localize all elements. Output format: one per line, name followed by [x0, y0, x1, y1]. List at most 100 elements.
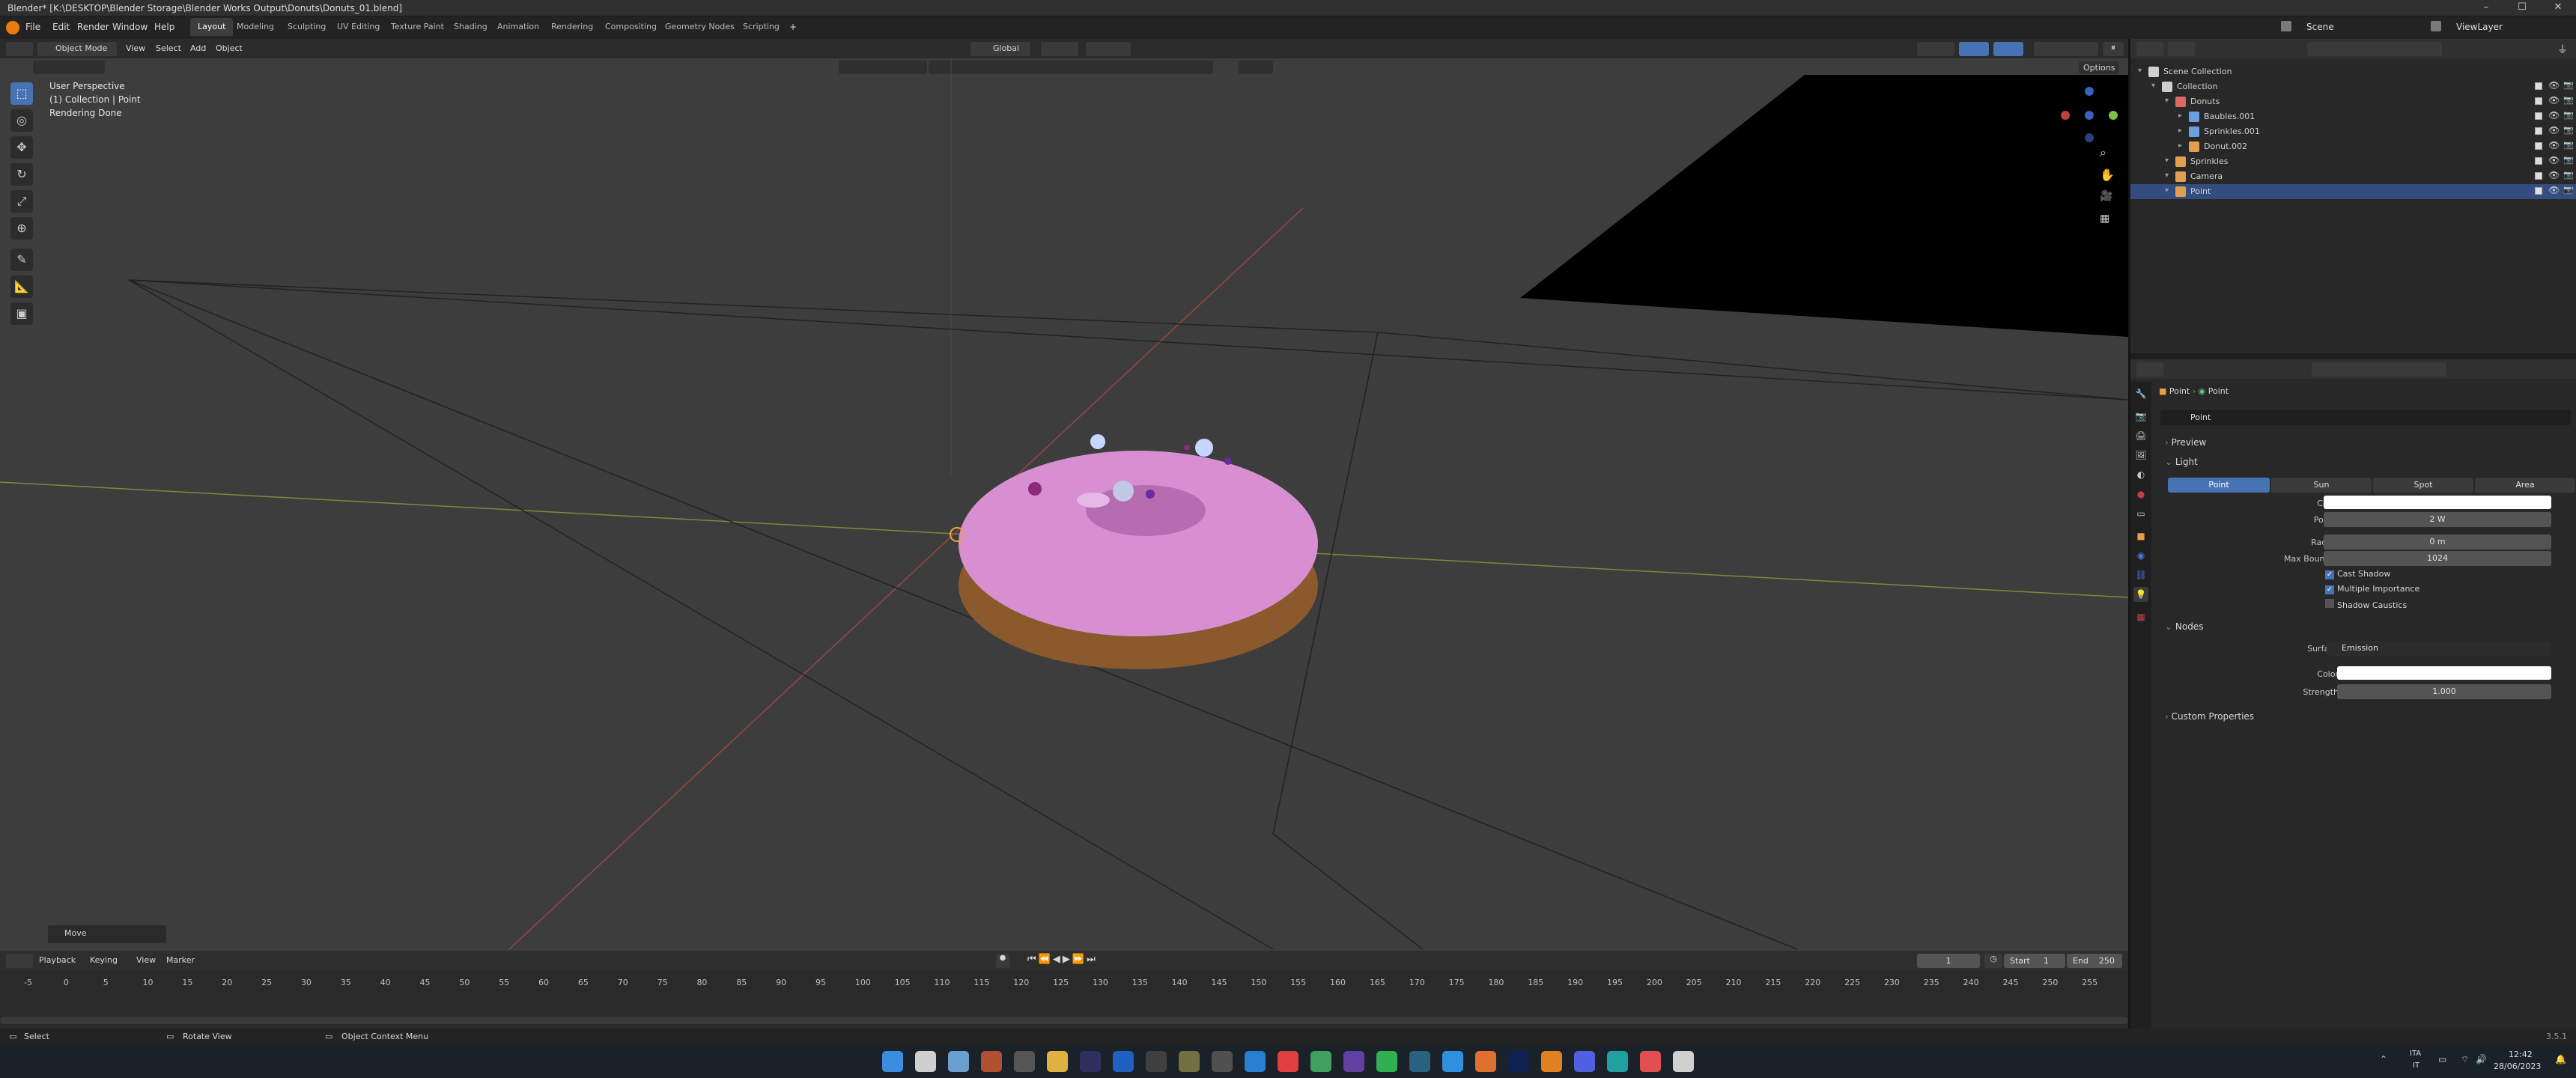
telegram-icon[interactable]: [1442, 1051, 1463, 1072]
object-tab-icon[interactable]: ■: [2133, 529, 2148, 543]
discord-icon[interactable]: [1574, 1051, 1595, 1072]
properties-search-input[interactable]: [2312, 362, 2446, 377]
blender-taskbar-icon[interactable]: [1541, 1051, 1562, 1072]
visibility-eye-icon[interactable]: 👁: [2548, 110, 2560, 121]
pan-hand-icon[interactable]: ✋: [2100, 168, 2115, 182]
constraints-tab-icon[interactable]: ⛓: [2133, 567, 2148, 582]
tab-sculpting[interactable]: Sculpting: [280, 18, 333, 36]
outliner-search-input[interactable]: [2307, 42, 2442, 56]
snap-button[interactable]: [1086, 42, 1131, 56]
add-workspace-button[interactable]: +: [789, 22, 797, 32]
max-bounces-field[interactable]: 1024: [2324, 551, 2551, 566]
visibility-eye-icon[interactable]: 👁: [2548, 140, 2560, 150]
tab-uv-editing[interactable]: UV Editing: [329, 18, 387, 36]
render-tab-icon[interactable]: 📷: [2133, 409, 2148, 424]
outliner-row[interactable]: ▾ Camera 👁 📷: [2130, 169, 2576, 184]
transform-tool[interactable]: ⊕: [10, 217, 33, 240]
multiple-importance-checkbox[interactable]: ✓ Multiple Importance: [2325, 584, 2419, 594]
tab-texture-paint[interactable]: Texture Paint: [383, 18, 452, 36]
visibility-button[interactable]: [1917, 42, 1954, 56]
camera-view-icon[interactable]: 🎥: [2100, 190, 2112, 202]
tool-tab-icon[interactable]: 🔧: [2133, 386, 2148, 401]
menu-edit[interactable]: Edit: [52, 22, 70, 32]
viewlayer-selector[interactable]: ViewLayer: [2456, 22, 2503, 32]
app-icon[interactable]: [1212, 1051, 1233, 1072]
tab-modeling[interactable]: Modeling: [229, 18, 282, 36]
visibility-eye-icon[interactable]: 👁: [2548, 155, 2560, 165]
app-icon[interactable]: [1014, 1051, 1035, 1072]
close-button[interactable]: ✕: [2543, 1, 2573, 15]
visibility-eye-icon[interactable]: 👁: [2548, 185, 2560, 195]
light-datablock-selector[interactable]: Point: [2160, 410, 2571, 425]
menu-render[interactable]: Render: [77, 22, 109, 32]
app-icon[interactable]: [1409, 1051, 1430, 1072]
light-data-tab-icon[interactable]: 💡: [2133, 587, 2148, 602]
render-camera-icon[interactable]: 📷: [2563, 125, 2574, 135]
notification-icon[interactable]: 🔔: [2555, 1054, 2566, 1065]
surface-shader-selector[interactable]: Emission: [2327, 641, 2551, 656]
exclude-checkbox[interactable]: [2535, 187, 2542, 195]
outliner-row[interactable]: ▾ Scene Collection: [2130, 64, 2576, 79]
maximize-button[interactable]: ☐: [2507, 1, 2537, 15]
preview-panel-header[interactable]: › Preview: [2165, 437, 2206, 448]
physics-tab-icon[interactable]: ◉: [2133, 548, 2148, 563]
ortho-grid-icon[interactable]: ▦: [2100, 213, 2109, 225]
viewport-menu-object[interactable]: Object: [216, 43, 243, 53]
rotate-tool[interactable]: ↻: [10, 163, 33, 186]
viewport-menu-add[interactable]: Add: [190, 43, 206, 53]
3d-viewport[interactable]: Options ⬚ ◎ ✥ ↻ ⤢ ⊕ ✎ 📐 ▣ User Perspecti…: [0, 58, 2128, 951]
outliner-row[interactable]: ▾ Donuts 👁 📷: [2130, 94, 2576, 109]
light-color-field[interactable]: [2324, 496, 2551, 509]
outliner-editor-type[interactable]: [2136, 42, 2163, 56]
clock-time[interactable]: 12:42: [2509, 1050, 2533, 1059]
app-icon[interactable]: [1113, 1051, 1134, 1072]
app-icon[interactable]: [1146, 1051, 1167, 1072]
world-tab-icon[interactable]: ●: [2133, 487, 2148, 502]
shading-popover[interactable]: ⏸: [2103, 42, 2124, 56]
whatsapp-icon[interactable]: [1376, 1051, 1397, 1072]
render-camera-icon[interactable]: 📷: [2563, 110, 2574, 120]
menu-file[interactable]: File: [25, 22, 40, 32]
minimize-button[interactable]: –: [2471, 1, 2501, 15]
app-icon[interactable]: [981, 1051, 1002, 1072]
last-operator-panel[interactable]: Move: [48, 925, 166, 943]
expand-arrow-icon[interactable]: ▸: [2178, 112, 2182, 120]
tray-apps-icon[interactable]: ▭: [2438, 1054, 2446, 1065]
light-type-sun[interactable]: Sun: [2271, 478, 2372, 493]
exclude-checkbox[interactable]: [2535, 82, 2542, 90]
measure-tool[interactable]: 📐: [10, 275, 33, 298]
expand-arrow-icon[interactable]: ▸: [2178, 141, 2182, 150]
outliner-row[interactable]: ▾ Sprinkles 👁 📷: [2130, 154, 2576, 169]
outliner-row[interactable]: ▾ Point 👁 📷: [2130, 184, 2576, 199]
wifi-icon[interactable]: ⌔: [2461, 1054, 2469, 1065]
tab-scripting[interactable]: Scripting: [735, 18, 787, 36]
expand-arrow-icon[interactable]: ▸: [2178, 127, 2182, 135]
properties-editor-type[interactable]: [2136, 362, 2163, 377]
tab-animation[interactable]: Animation: [490, 18, 547, 36]
select-box-tool[interactable]: ⬚: [10, 82, 33, 105]
mode-selector[interactable]: Object Mode: [37, 42, 117, 56]
outliner-row[interactable]: ▸ Donut.002 👁 📷: [2130, 139, 2576, 154]
outliner-row[interactable]: ▸ Sprinkles.001 👁 📷: [2130, 124, 2576, 139]
tray-overflow-icon[interactable]: ⌃: [2380, 1054, 2387, 1065]
expand-arrow-icon[interactable]: ▾: [2138, 67, 2142, 75]
expand-arrow-icon[interactable]: ▾: [2165, 171, 2169, 180]
expand-arrow-icon[interactable]: ▾: [2165, 186, 2169, 195]
render-camera-icon[interactable]: 📷: [2563, 170, 2574, 180]
exclude-checkbox[interactable]: [2535, 112, 2542, 120]
visibility-eye-icon[interactable]: 👁: [2548, 95, 2560, 106]
scene-selector[interactable]: Scene: [2306, 22, 2334, 32]
shading-modes[interactable]: [2034, 42, 2098, 56]
visibility-eye-icon[interactable]: 👁: [2548, 125, 2560, 135]
tab-shading[interactable]: Shading: [446, 18, 495, 36]
zoom-icon[interactable]: ⌕: [2100, 145, 2106, 160]
pivot-button[interactable]: [1041, 42, 1078, 56]
scale-tool[interactable]: ⤢: [10, 190, 33, 213]
light-type-point[interactable]: Point: [2168, 478, 2270, 493]
tab-geometry-nodes[interactable]: Geometry Nodes: [657, 18, 742, 36]
photoshop-icon[interactable]: [1508, 1051, 1529, 1072]
outliner-row[interactable]: ▸ Baubles.001 👁 📷: [2130, 109, 2576, 124]
timeline-scrollbar[interactable]: [0, 1017, 2128, 1024]
cursor-tool[interactable]: ◎: [10, 109, 33, 132]
render-camera-icon[interactable]: 📷: [2563, 80, 2574, 90]
